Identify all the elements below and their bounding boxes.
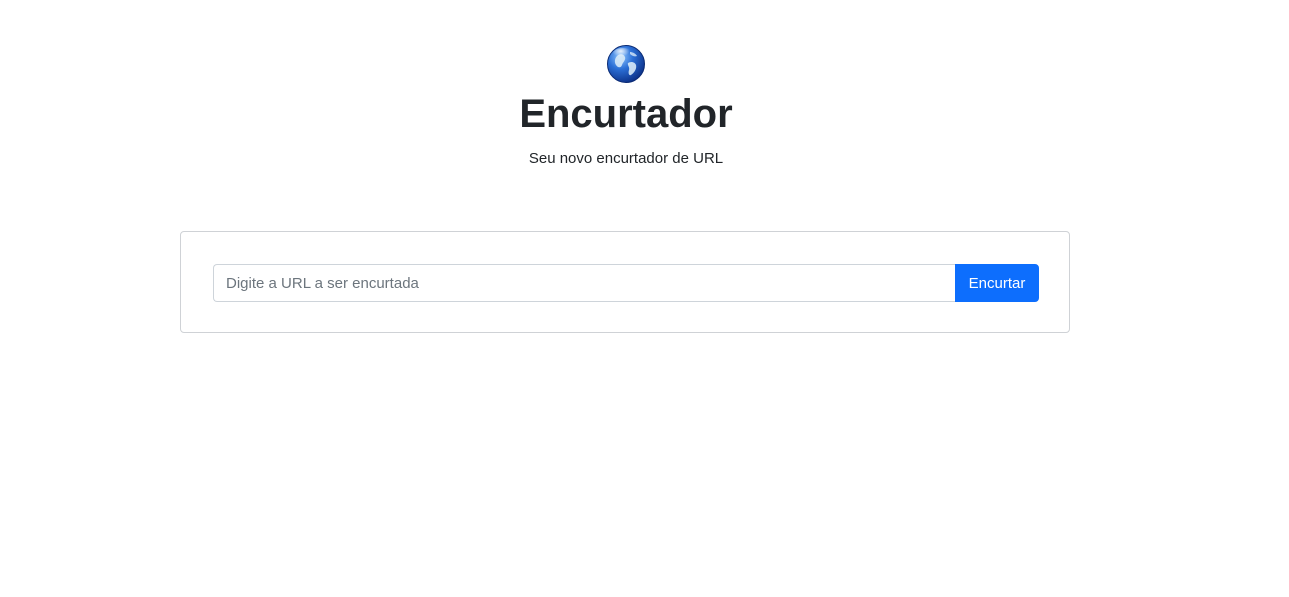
page-header: Encurtador Seu novo encurtador de URL bbox=[0, 44, 1252, 169]
shorten-button[interactable]: Encurtar bbox=[955, 264, 1039, 302]
shorten-form-card: Encurtar bbox=[180, 231, 1070, 333]
url-input-group: Encurtar bbox=[213, 264, 1039, 302]
page-title: Encurtador bbox=[519, 92, 733, 136]
globe-icon bbox=[607, 45, 645, 83]
page-subtitle: Seu novo encurtador de URL bbox=[528, 150, 724, 167]
url-input[interactable] bbox=[213, 264, 955, 302]
